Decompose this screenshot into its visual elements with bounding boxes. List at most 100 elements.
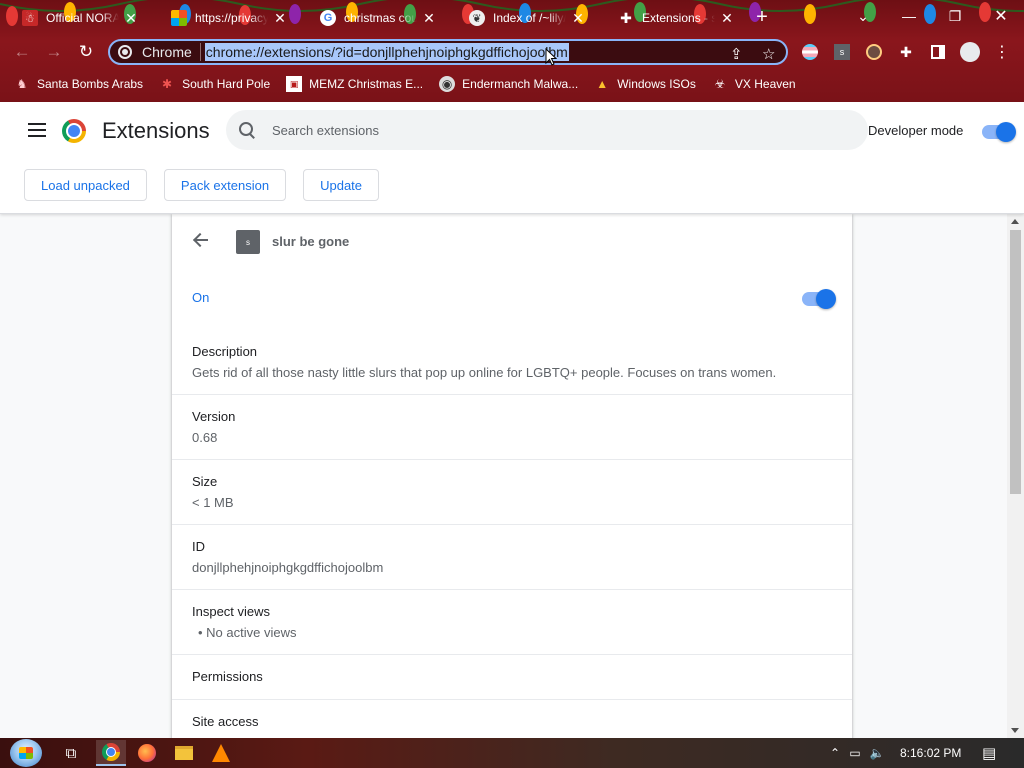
load-unpacked-button[interactable]: Load unpacked bbox=[24, 169, 147, 201]
tab-christmas-countdown[interactable]: G christmas coun ✕ bbox=[298, 3, 447, 33]
developer-actions: Load unpacked Pack extension Update bbox=[24, 169, 396, 201]
bookmark-south-hard-pole[interactable]: ✱ South Hard Pole bbox=[159, 76, 270, 92]
scroll-up-arrow[interactable] bbox=[1011, 219, 1019, 224]
folder-icon: ▲ bbox=[596, 77, 609, 91]
menu-icon[interactable] bbox=[28, 122, 46, 138]
reload-button[interactable]: ↻ bbox=[70, 36, 102, 68]
extension-s-icon[interactable]: s bbox=[832, 42, 852, 62]
chrome-logo-icon bbox=[62, 119, 86, 143]
id-section: ID donjllphehjnoiphgkgdffichojoolbm bbox=[172, 539, 852, 575]
pack-extension-button[interactable]: Pack extension bbox=[163, 169, 287, 201]
bookmark-label: MEMZ Christmas E... bbox=[309, 77, 424, 91]
firefox-icon[interactable] bbox=[132, 740, 162, 766]
enabled-status-label: On bbox=[192, 290, 210, 305]
close-icon[interactable]: ✕ bbox=[719, 10, 735, 27]
description-text: Gets rid of all those nasty little slurs… bbox=[192, 365, 777, 380]
divider bbox=[172, 459, 852, 460]
url-text[interactable]: chrome://extensions/?id=donjllphehjnoiph… bbox=[204, 43, 569, 61]
close-window-button[interactable]: ✕ bbox=[978, 0, 1024, 32]
chip-label: Chrome bbox=[142, 44, 192, 60]
bookmark-vx-heaven[interactable]: ☣ VX Heaven bbox=[712, 76, 796, 92]
extension-enable-toggle[interactable] bbox=[802, 289, 836, 309]
start-button[interactable] bbox=[10, 739, 42, 767]
tab-norad[interactable]: ☃ Official NORAD ✕ bbox=[0, 3, 149, 33]
windows-taskbar: ⧉ ⌃ ▭ 🔈 8:16:02 PM ▤ bbox=[0, 738, 1024, 768]
system-tray: ⌃ ▭ 🔈 8:16:02 PM ▤ bbox=[826, 738, 996, 768]
bookmark-endermanch[interactable]: ◉ Endermanch Malwa... bbox=[439, 76, 578, 92]
bookmark-memz[interactable]: ▣ MEMZ Christmas E... bbox=[286, 76, 423, 92]
site-access-section: Site access bbox=[172, 714, 852, 729]
tab-search-button[interactable]: ⌄ bbox=[840, 0, 886, 32]
share-icon[interactable]: ⇪ bbox=[730, 45, 743, 63]
size-value: < 1 MB bbox=[192, 495, 234, 510]
snowflake-icon: ✱ bbox=[162, 77, 173, 91]
update-button[interactable]: Update bbox=[303, 169, 380, 201]
bookmarks-bar: ♞ Santa Bombs Arabs ✱ South Hard Pole ▣ … bbox=[0, 70, 1024, 98]
developer-mode-toggle[interactable] bbox=[982, 122, 1016, 142]
inspect-view-item: • No active views bbox=[198, 625, 297, 640]
notifications-icon[interactable]: ▤ bbox=[982, 744, 996, 762]
divider bbox=[172, 524, 852, 525]
bookmark-windows-isos[interactable]: ▲ Windows ISOs bbox=[594, 76, 696, 92]
tab-extensions[interactable]: ✚ Extensions - slu ✕ bbox=[596, 3, 745, 33]
description-section: Description Gets rid of all those nasty … bbox=[172, 344, 852, 380]
browser-toolbar: ← → ↻ Chrome chrome://extensions/?id=don… bbox=[0, 34, 1024, 70]
more-menu-icon[interactable]: ⋮ bbox=[992, 42, 1012, 62]
address-bar[interactable]: Chrome chrome://extensions/?id=donjllphe… bbox=[108, 39, 788, 65]
forward-button[interactable]: → bbox=[38, 36, 70, 68]
scrollbar-thumb[interactable] bbox=[1010, 230, 1021, 494]
extensions-puzzle-icon[interactable]: ✚ bbox=[896, 42, 916, 62]
vlc-icon[interactable] bbox=[206, 740, 236, 766]
back-arrow-icon[interactable] bbox=[192, 232, 212, 248]
bookmark-label: South Hard Pole bbox=[182, 77, 271, 91]
extension-detail-card: s slur be gone On Description Gets rid o… bbox=[172, 214, 852, 738]
restore-button[interactable]: ❐ bbox=[932, 0, 978, 32]
chrome-icon bbox=[118, 45, 132, 59]
side-panel-icon[interactable] bbox=[928, 42, 948, 62]
page-title: Extensions bbox=[102, 118, 210, 143]
tab-title: https://privacy bbox=[195, 11, 268, 25]
bookmark-santa-bombs[interactable]: ♞ Santa Bombs Arabs bbox=[14, 76, 143, 92]
bookmark-label: Santa Bombs Arabs bbox=[37, 77, 144, 91]
permissions-section: Permissions bbox=[172, 669, 852, 684]
close-icon[interactable]: ✕ bbox=[123, 10, 139, 27]
site-info-chip[interactable]: Chrome bbox=[118, 43, 201, 61]
clock[interactable]: 8:16:02 PM bbox=[900, 746, 961, 760]
bookmark-star-icon[interactable]: ☆ bbox=[762, 45, 775, 63]
task-view-icon[interactable]: ⧉ bbox=[56, 740, 86, 766]
size-label: Size bbox=[192, 474, 218, 489]
back-button[interactable]: ← bbox=[6, 36, 38, 68]
dog-icon: ❦ bbox=[469, 10, 485, 26]
tab-title: Index of /~lily/ bbox=[493, 11, 566, 25]
search-input[interactable] bbox=[272, 122, 812, 138]
memz-icon: ▣ bbox=[286, 76, 303, 92]
page-scrollbar[interactable] bbox=[1007, 214, 1024, 738]
extensions-header: Extensions Developer mode Load unpacked … bbox=[0, 102, 1024, 214]
tab-index-lily[interactable]: ❦ Index of /~lily/ ✕ bbox=[447, 3, 596, 33]
tab-privacy[interactable]: https://privacy ✕ bbox=[149, 3, 298, 33]
permissions-label: Permissions bbox=[192, 669, 263, 684]
close-icon[interactable]: ✕ bbox=[570, 10, 586, 27]
id-value: donjllphehjnoiphgkgdffichojoolbm bbox=[192, 560, 384, 575]
volume-icon[interactable]: 🔈 bbox=[866, 746, 888, 760]
description-label: Description bbox=[192, 344, 258, 359]
puzzle-icon: ✚ bbox=[620, 9, 632, 26]
network-icon[interactable]: ▭ bbox=[844, 746, 866, 760]
search-box[interactable] bbox=[226, 110, 868, 150]
close-icon[interactable]: ✕ bbox=[421, 10, 437, 27]
extension-icon: s bbox=[236, 230, 260, 254]
chrome-icon[interactable] bbox=[96, 740, 126, 766]
minimize-button[interactable]: — bbox=[886, 0, 932, 32]
new-tab-button[interactable]: + bbox=[747, 6, 777, 29]
scroll-down-arrow[interactable] bbox=[1011, 728, 1019, 733]
bookmark-label: VX Heaven bbox=[734, 77, 796, 91]
extension-name: slur be gone bbox=[272, 234, 350, 249]
close-icon[interactable]: ✕ bbox=[272, 10, 288, 27]
profile-avatar-icon[interactable] bbox=[960, 42, 980, 62]
tab-title: Official NORAD bbox=[46, 11, 119, 25]
file-explorer-icon[interactable] bbox=[169, 740, 199, 766]
divider bbox=[172, 699, 852, 700]
extension-flag-icon[interactable] bbox=[800, 42, 820, 62]
extension-avatar-icon[interactable] bbox=[864, 42, 884, 62]
show-hidden-icons-icon[interactable]: ⌃ bbox=[826, 746, 844, 760]
